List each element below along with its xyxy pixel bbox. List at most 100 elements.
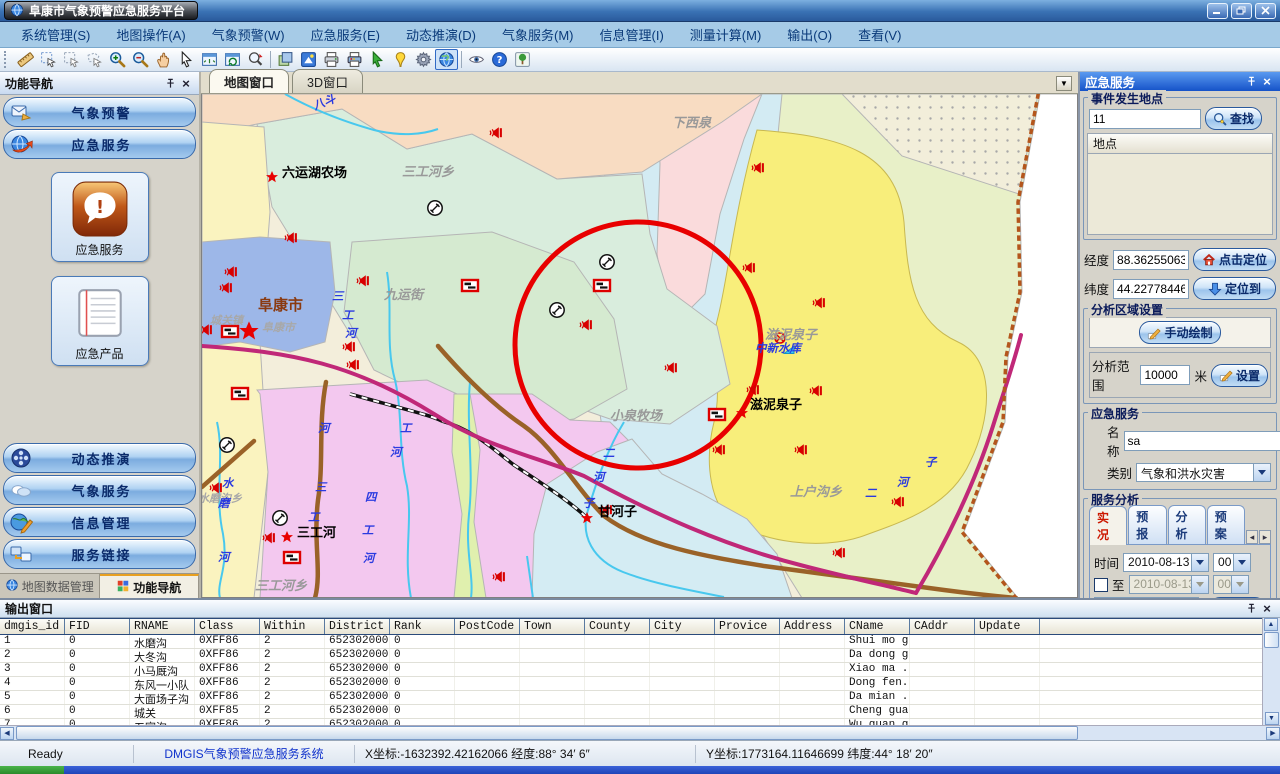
column-header[interactable]: RNAME	[130, 619, 195, 634]
settings-gear-icon[interactable]	[412, 49, 435, 70]
manual-draw-button[interactable]: 手动绘制	[1139, 321, 1220, 344]
click-locate-button[interactable]: 点击定位	[1193, 248, 1276, 271]
scrollbar-thumb[interactable]	[1264, 632, 1279, 648]
menu-item-weather-service[interactable]: 气象服务(M)	[489, 21, 587, 48]
restore-button[interactable]	[1231, 3, 1252, 19]
panel-tab-function-navigation[interactable]: 功能导航	[100, 574, 200, 598]
menu-item-weather-warning[interactable]: 气象预警(W)	[199, 21, 298, 48]
analyze-button[interactable]: 分析	[1209, 597, 1266, 598]
column-header[interactable]: PostCode	[455, 619, 520, 634]
map-canvas[interactable]: 六运湖农场三工河乡下西泉九运街阜康市城关镇阜康市滋泥泉子中新水库滋泥泉子小泉牧场…	[201, 94, 1078, 598]
column-header[interactable]: Address	[780, 619, 845, 634]
menu-item-info-management[interactable]: 信息管理(I)	[587, 21, 677, 48]
table-row[interactable]: 60城关0XFF8526523020000Cheng guan	[0, 705, 1262, 719]
full-extent-icon[interactable]	[198, 49, 221, 70]
set-range-button[interactable]: 设置	[1211, 364, 1268, 387]
close-panel-icon[interactable]: ×	[1259, 601, 1275, 616]
toolbar-grip[interactable]	[4, 51, 10, 68]
panel-tab-map-data-management[interactable]: 地图数据管理	[0, 574, 100, 598]
zoom-out-icon[interactable]	[129, 49, 152, 70]
search-button[interactable]: 查找	[1205, 107, 1262, 130]
tab-scroll-left-icon[interactable]: ◂	[1246, 530, 1258, 544]
sidebar-group-weather-warning[interactable]: 气象预警	[3, 97, 196, 127]
menu-item-view[interactable]: 查看(V)	[845, 21, 914, 48]
column-header[interactable]: Class	[195, 619, 260, 634]
table-row[interactable]: 30小马厩沟0XFF8626523020000Xiao ma ...	[0, 663, 1262, 677]
column-header[interactable]: District	[325, 619, 390, 634]
menu-item-measurement-calc[interactable]: 测量计算(M)	[677, 21, 775, 48]
close-button[interactable]	[1255, 3, 1276, 19]
print-color-icon[interactable]	[343, 49, 366, 70]
hour-select[interactable]: 00	[1213, 553, 1251, 572]
minimize-button[interactable]	[1207, 3, 1228, 19]
table-row[interactable]: 40东风一小队0XFF8626523020000Dong fen...	[0, 677, 1262, 691]
tab-3d-window[interactable]: 3D窗口	[292, 69, 363, 93]
sidebar-group-weather-service[interactable]: 气象服务	[3, 475, 196, 505]
column-header[interactable]: Town	[520, 619, 585, 634]
column-header[interactable]: CName	[845, 619, 910, 634]
sidebar-group-emergency-service[interactable]: 应急服务	[3, 129, 196, 159]
identify-icon[interactable]	[244, 49, 267, 70]
menu-item-output[interactable]: 输出(O)	[774, 21, 845, 48]
tool-button-emergency-service[interactable]: !应急服务	[51, 172, 149, 262]
select-rect-icon[interactable]	[60, 49, 83, 70]
pan-icon[interactable]	[152, 49, 175, 70]
menu-item-dynamic-simulation[interactable]: 动态推演(D)	[393, 21, 489, 48]
refresh-view-icon[interactable]	[221, 49, 244, 70]
sidebar-group-dynamic-simulation[interactable]: 动态推演	[3, 443, 196, 473]
select-arrow-icon[interactable]	[37, 49, 60, 70]
date-select[interactable]: 2010-08-13	[1123, 553, 1209, 572]
to-checkbox[interactable]	[1094, 578, 1108, 592]
tab-forecast[interactable]: 预报	[1128, 505, 1166, 544]
sidebar-group-info-management[interactable]: 信息管理	[3, 507, 196, 537]
chevron-down-icon[interactable]	[1253, 464, 1270, 481]
lng-input[interactable]	[1113, 250, 1189, 270]
menu-item-emergency-service[interactable]: 应急服务(E)	[298, 21, 393, 48]
scroll-left-icon[interactable]: ◀	[0, 727, 14, 740]
tab-scroll-right-icon[interactable]: ▸	[1259, 530, 1271, 544]
place-list[interactable]	[1087, 154, 1273, 235]
scroll-up-icon[interactable]: ▲	[1264, 618, 1278, 631]
close-panel-icon[interactable]: ×	[178, 76, 194, 91]
map-tab-list-button[interactable]: ▼	[1056, 76, 1072, 91]
tab-plan[interactable]: 预案	[1207, 505, 1245, 544]
select-poly-icon[interactable]	[83, 49, 106, 70]
pin-icon[interactable]	[1243, 74, 1259, 89]
vertical-scrollbar[interactable]: ▲ ▼	[1263, 618, 1280, 725]
to-hour-select[interactable]: 00	[1213, 575, 1249, 594]
menu-item-system-management[interactable]: 系统管理(S)	[8, 21, 103, 48]
zoom-in-icon[interactable]	[106, 49, 129, 70]
lat-input[interactable]	[1113, 279, 1189, 299]
column-header[interactable]: Provice	[715, 619, 780, 634]
sidebar-group-service-links[interactable]: 服务链接	[3, 539, 196, 569]
locate-to-button[interactable]: 定位到	[1193, 277, 1276, 300]
column-header[interactable]: FID	[65, 619, 130, 634]
column-header[interactable]: County	[585, 619, 650, 634]
go-arrow-icon[interactable]	[366, 49, 389, 70]
column-header[interactable]: City	[650, 619, 715, 634]
scene-icon[interactable]	[511, 49, 534, 70]
location-search-input[interactable]	[1089, 109, 1201, 129]
placemark-icon[interactable]	[389, 49, 412, 70]
column-header[interactable]: Within	[260, 619, 325, 634]
eye-icon[interactable]	[465, 49, 488, 70]
pin-icon[interactable]	[162, 76, 178, 91]
scrollbar-thumb[interactable]	[16, 726, 1078, 740]
globe-service-icon[interactable]	[435, 49, 458, 70]
menu-item-map-operation[interactable]: 地图操作(A)	[103, 21, 198, 48]
column-header[interactable]: CAddr	[910, 619, 975, 634]
table-row[interactable]: 50大面场子沟0XFF8626523020000Da mian ...	[0, 691, 1262, 705]
column-header[interactable]: dmgis_id	[0, 619, 65, 634]
tab-live[interactable]: 实况	[1089, 506, 1127, 545]
service-type-select[interactable]: 气象和洪水灾害	[1136, 463, 1271, 482]
scroll-down-icon[interactable]: ▼	[1265, 712, 1279, 725]
service-name-input[interactable]	[1124, 431, 1280, 451]
table-row[interactable]: 20大冬沟0XFF8626523020000Da dong gou	[0, 649, 1262, 663]
element-listbox[interactable]: 降水空气温度 ▲	[1094, 597, 1199, 598]
to-date-select[interactable]: 2010-08-13	[1129, 575, 1209, 594]
export-map-icon[interactable]	[297, 49, 320, 70]
table-row[interactable]: 10水磨沟0XFF8626523020000Shui mo gou	[0, 635, 1262, 649]
range-input[interactable]	[1140, 365, 1190, 385]
tab-map-window[interactable]: 地图窗口	[209, 69, 289, 93]
pin-icon[interactable]	[1243, 601, 1259, 616]
